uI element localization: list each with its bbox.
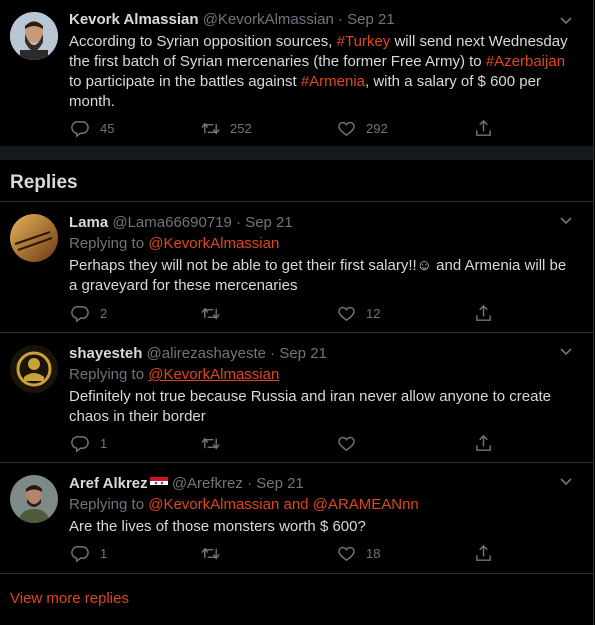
avatar[interactable] bbox=[10, 214, 58, 262]
replying-to: Replying to @KevorkAlmassian bbox=[69, 366, 280, 383]
retweet-icon bbox=[201, 122, 220, 134]
reply-button[interactable]: 2 bbox=[71, 303, 107, 323]
retweet-icon bbox=[201, 307, 220, 319]
like-count: 12 bbox=[366, 305, 381, 321]
avatar[interactable] bbox=[10, 475, 58, 523]
display-name[interactable]: Lama bbox=[69, 214, 108, 231]
syria-flag-icon bbox=[149, 477, 168, 489]
reply-count: 1 bbox=[100, 435, 108, 451]
tweet-text: Perhaps they will not be able to get the… bbox=[69, 257, 567, 294]
like-button[interactable] bbox=[337, 433, 366, 453]
like-icon bbox=[338, 121, 355, 136]
tweet-text: According to Syrian opposition sources, … bbox=[69, 33, 568, 110]
hashtag-link[interactable]: #Armenia bbox=[301, 73, 365, 90]
mention-link[interactable]: @KevorkAlmassian bbox=[148, 235, 279, 252]
chevron-down-icon[interactable] bbox=[559, 14, 573, 28]
hashtag-link[interactable]: #Azerbaijan bbox=[486, 53, 565, 70]
chevron-down-icon[interactable] bbox=[559, 214, 573, 228]
retweet-icon bbox=[201, 437, 220, 449]
chevron-down-icon[interactable] bbox=[559, 475, 573, 489]
tweet-actions: 2 12 bbox=[69, 303, 499, 323]
reply-icon bbox=[71, 120, 89, 138]
tweet-date[interactable]: · Sep 21 bbox=[338, 11, 395, 28]
tweet-date[interactable]: · Sep 21 bbox=[247, 475, 304, 492]
like-button[interactable]: 12 bbox=[337, 303, 380, 323]
share-button[interactable] bbox=[474, 303, 493, 323]
retweet-button[interactable] bbox=[201, 433, 230, 453]
like-button[interactable]: 18 bbox=[337, 543, 380, 563]
share-icon bbox=[476, 119, 491, 136]
share-icon bbox=[476, 304, 491, 321]
main-tweet[interactable]: Kevork Almassian @KevorkAlmassian · Sep … bbox=[0, 0, 593, 146]
section-separator bbox=[0, 146, 593, 160]
replying-to: Replying to @KevorkAlmassian and @ARAMEA… bbox=[69, 496, 419, 513]
chevron-down-icon[interactable] bbox=[559, 345, 573, 359]
hashtag-link[interactable]: #Turkey bbox=[337, 33, 391, 50]
reply-icon bbox=[71, 305, 89, 323]
share-button[interactable] bbox=[474, 433, 493, 453]
like-icon bbox=[338, 436, 355, 451]
like-button[interactable]: 292 bbox=[337, 118, 388, 138]
retweet-button[interactable] bbox=[201, 543, 230, 563]
display-name[interactable]: Aref Alkrez bbox=[69, 475, 168, 492]
tweet-text: Definitely not true because Russia and i… bbox=[69, 388, 551, 425]
retweet-count: 252 bbox=[230, 120, 252, 136]
mention-link[interactable]: @KevorkAlmassian bbox=[148, 366, 279, 383]
tweet-text: Are the lives of those monsters worth $ … bbox=[69, 518, 366, 535]
share-button[interactable] bbox=[474, 543, 493, 563]
mention-link[interactable]: @KevorkAlmassian and @ARAMEANnn bbox=[148, 496, 419, 513]
share-icon bbox=[476, 434, 491, 451]
handle[interactable]: @KevorkAlmassian bbox=[203, 11, 334, 28]
like-count: 18 bbox=[366, 545, 381, 561]
divider bbox=[0, 573, 593, 574]
avatar[interactable] bbox=[10, 12, 58, 60]
handle[interactable]: @Arefkrez bbox=[172, 475, 243, 492]
display-name[interactable]: shayesteh bbox=[69, 345, 142, 362]
reply-count: 2 bbox=[100, 305, 108, 321]
tweet-actions: 1 bbox=[69, 433, 499, 453]
replying-to: Replying to @KevorkAlmassian bbox=[69, 235, 280, 252]
reply-tweet[interactable]: shayesteh @alirezashayeste · Sep 21 Repl… bbox=[0, 333, 593, 463]
reply-button[interactable]: 1 bbox=[71, 433, 107, 453]
reply-button[interactable]: 45 bbox=[71, 118, 114, 138]
reply-button[interactable]: 1 bbox=[71, 543, 107, 563]
tweet-actions: 1 18 bbox=[69, 543, 499, 563]
reply-count: 45 bbox=[100, 120, 115, 136]
replies-heading: Replies bbox=[10, 172, 78, 193]
avatar[interactable] bbox=[10, 345, 58, 393]
handle[interactable]: @alirezashayeste bbox=[147, 345, 266, 362]
tweet-date[interactable]: · Sep 21 bbox=[270, 345, 327, 362]
retweet-button[interactable]: 252 bbox=[201, 118, 252, 138]
like-icon bbox=[338, 546, 355, 561]
like-icon bbox=[338, 306, 355, 321]
retweet-button[interactable] bbox=[201, 303, 230, 323]
retweet-icon bbox=[201, 547, 220, 559]
reply-tweet[interactable]: Aref Alkrez @Arefkrez · Sep 21 Replying … bbox=[0, 463, 593, 573]
reply-icon bbox=[71, 435, 89, 453]
tweet-actions: 45 252 292 bbox=[69, 118, 499, 138]
reply-tweet[interactable]: Lama @Lama66690719 · Sep 21 Replying to … bbox=[0, 202, 593, 332]
share-button[interactable] bbox=[474, 118, 493, 138]
tweet-date[interactable]: · Sep 21 bbox=[236, 214, 293, 231]
like-count: 292 bbox=[366, 120, 388, 136]
view-more-replies-link[interactable]: View more replies bbox=[10, 590, 129, 607]
reply-count: 1 bbox=[100, 545, 108, 561]
display-name[interactable]: Kevork Almassian bbox=[69, 11, 199, 28]
share-icon bbox=[476, 544, 491, 561]
handle[interactable]: @Lama66690719 bbox=[112, 214, 232, 231]
reply-icon bbox=[71, 545, 89, 563]
